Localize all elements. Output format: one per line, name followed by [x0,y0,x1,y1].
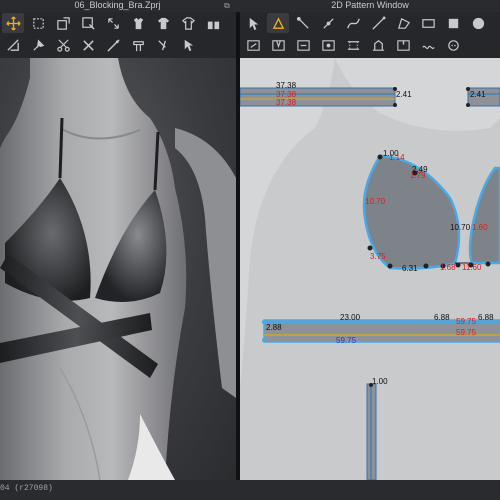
measure-label: 1.00 [372,377,388,386]
trace-icon[interactable] [292,35,314,55]
measure-label: 1.79 [410,171,426,180]
tshirt-alt-icon[interactable] [177,13,199,33]
measure-label: 2.41 [396,90,412,99]
3d-toolbar [0,12,236,58]
measure-label: 23.00 [340,313,361,322]
2d-toolbar [240,12,500,58]
measure-label: 59.75 [336,336,357,345]
seam-icon[interactable] [342,35,364,55]
curve-icon[interactable] [342,13,364,33]
measure-label: 11.60 [462,263,482,272]
transform-pattern-icon[interactable] [267,13,289,33]
avatar-icon[interactable] [127,13,149,33]
scissors-icon[interactable] [52,35,74,55]
fold-icon[interactable] [2,35,24,55]
select-all-icon[interactable] [177,35,199,55]
tape-icon[interactable] [152,35,174,55]
project-title: 06_Blocking_Bra.Zprj [74,0,161,10]
measure-label: 3.75 [370,252,386,261]
tshirt-icon[interactable] [152,13,174,33]
needle-icon[interactable] [102,35,124,55]
measure-label: 2.41 [470,90,486,99]
fold-arrange-icon[interactable] [367,35,389,55]
gathering-icon[interactable] [417,35,439,55]
edit-pattern-icon[interactable] [77,13,99,33]
3d-garment-window[interactable] [0,58,236,480]
offset-icon[interactable] [317,35,339,55]
dart-icon[interactable] [267,35,289,55]
select-move-icon[interactable] [242,13,264,33]
measure-label: 37.38 [276,98,297,107]
edit-point-icon[interactable] [292,13,314,33]
measure-label: 1.60 [472,223,488,232]
pattern-canvas [240,58,500,480]
measure-label: 59.75 [456,328,477,337]
measure-label: 59.75 [456,317,477,326]
measure-label: 1.14 [389,153,405,162]
measure-label: 10.70 [450,223,471,232]
2d-pattern-window[interactable]: 37.38 37.38 37.38 2.41 2.41 1.00 1.14 2.… [240,58,500,480]
measure-label: 6.31 [402,264,418,273]
square-icon[interactable] [442,13,464,33]
sewing-icon[interactable] [127,35,149,55]
notch-icon[interactable] [392,35,414,55]
button-icon[interactable] [442,35,464,55]
circle-icon[interactable] [467,13,489,33]
pin-icon[interactable] [27,35,49,55]
title-bar: 06_Blocking_Bra.Zprj ⧉ 2D Pattern Window [0,0,500,12]
move-tool-icon[interactable] [2,13,24,33]
measure-label: 1.68 [440,263,456,272]
transform-icon[interactable] [52,13,74,33]
measure-label: 6.88 [478,313,494,322]
measure-label: 2.88 [266,323,282,332]
garment-icon[interactable] [102,13,124,33]
window-controls-icon[interactable]: ⧉ [224,1,230,11]
tack-icon[interactable] [77,35,99,55]
internal-line-icon[interactable] [242,35,264,55]
measure-label: 10.70 [365,197,386,206]
add-point-icon[interactable] [317,13,339,33]
pattern-window-title: 2D Pattern Window [331,0,409,10]
status-bar: 04 (r27098) [0,480,500,500]
rectangle-icon[interactable] [417,13,439,33]
polygon-icon[interactable] [392,13,414,33]
line-icon[interactable] [367,13,389,33]
select-rect-icon[interactable] [27,13,49,33]
avatar-render [0,58,236,480]
measure-label: 37.38 [276,81,297,90]
status-text: 04 (r27098) [0,484,53,493]
measure-label: 6.88 [434,313,450,322]
gift-icon[interactable] [202,13,224,33]
